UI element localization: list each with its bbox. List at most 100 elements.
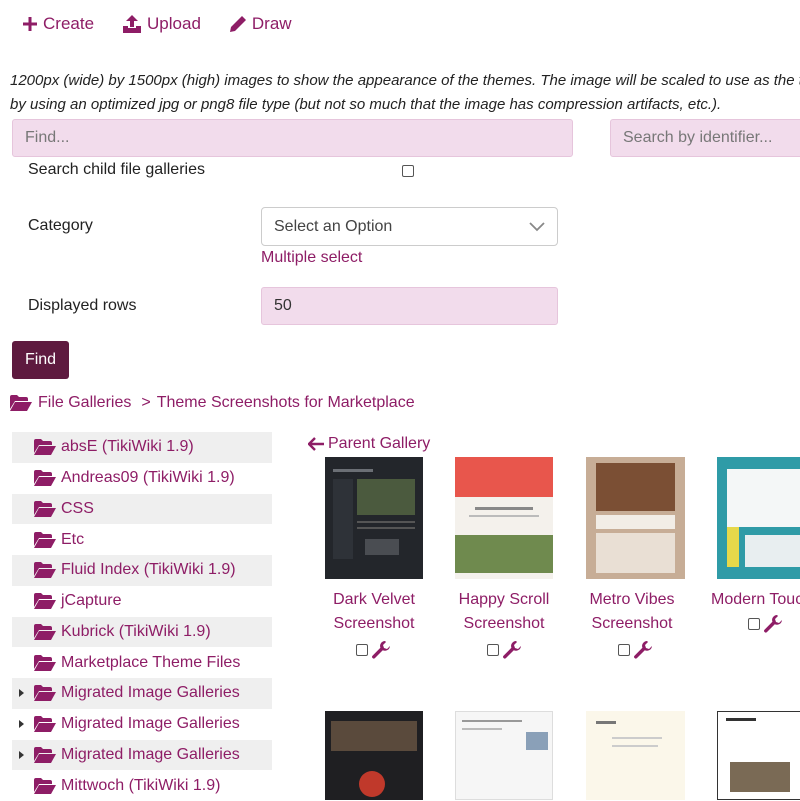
parent-gallery-label: Parent Gallery [328,435,431,452]
tree-item-label: Fluid Index (TikiWiki 1.9) [61,561,236,579]
thumbnail[interactable] [455,711,553,800]
tree-item-label: Marketplace Theme Files [61,653,241,671]
folder-open-icon [34,470,56,487]
tree-item[interactable]: absE (TikiWiki 1.9) [12,432,272,463]
tree-item[interactable]: Marketplace Theme Files [12,647,272,678]
arrow-left-icon [308,437,324,451]
file-select-checkbox[interactable] [487,644,499,656]
breadcrumb-current-link[interactable]: Theme Screenshots for Marketplace [157,394,415,412]
folder-open-icon [34,716,56,733]
breadcrumb-separator: > [141,394,151,411]
file-select-checkbox[interactable] [356,644,368,656]
file-actions [487,640,522,660]
tree-item[interactable]: CSS [12,493,272,525]
thumbnail-happy-scroll[interactable] [455,457,553,579]
tree-item[interactable]: jCapture [12,586,272,617]
tree-item[interactable]: Andreas09 (TikiWiki 1.9) [12,463,272,494]
file-caption[interactable]: Happy Scroll Screenshot [440,588,568,636]
file-actions [618,640,653,660]
pencil-icon [229,16,246,32]
draw-label: Draw [251,14,292,33]
tree-item[interactable]: Migrated Image Galleries [12,709,272,740]
description-line-2: by using an optimized jpg or png8 file t… [10,96,722,113]
tree-item-label: Migrated Image Galleries [61,684,240,702]
expand-caret-icon[interactable] [19,720,24,729]
folder-open-icon [34,562,56,579]
expand-caret-icon[interactable] [19,689,24,698]
file-caption[interactable]: Metro Vibes Screenshot [568,588,696,636]
plus-icon [23,17,37,31]
breadcrumb-root-link[interactable]: File Galleries [38,394,131,412]
child-galleries-label: Search child file galleries [28,161,205,178]
wrench-icon[interactable] [371,640,391,660]
file-select-checkbox[interactable] [748,618,760,630]
folder-open-icon [34,531,56,548]
file-name-line: Metro Vibes [589,591,675,608]
folder-open-icon [34,654,56,671]
tree-item[interactable]: Mittwoch (TikiWiki 1.9) [12,770,272,801]
tree-item[interactable]: Migrated Image Galleries [12,739,272,771]
breadcrumb: File Galleries > Theme Screenshots for M… [10,394,415,412]
thumbnail[interactable] [325,711,423,800]
tree-item[interactable]: Migrated Image Galleries [12,678,272,709]
expand-caret-icon[interactable] [19,750,24,759]
gallery-description: 1200px (wide) by 1500px (high) images to… [10,69,800,117]
file-caption[interactable]: Modern Touc [711,588,800,612]
tree-item-label: Etc [61,530,85,548]
displayed-rows-label: Displayed rows [28,297,137,314]
chevron-down-icon [529,221,545,231]
file-name-line: Screenshot [333,615,415,632]
upload-label: Upload [147,14,201,33]
category-label: Category [28,217,93,234]
folder-open-icon [10,395,32,411]
parent-gallery-link[interactable]: Parent Gallery [308,435,430,453]
tree-item-label: CSS [61,499,94,517]
create-button[interactable]: Create [22,14,94,34]
wrench-icon[interactable] [502,640,522,660]
file-caption[interactable]: Dark Velvet Screenshot [310,588,438,636]
category-select-value: Select an Option [274,217,393,235]
tree-item[interactable]: Kubrick (TikiWiki 1.9) [12,616,272,648]
tree-item-label: absE (TikiWiki 1.9) [61,438,194,456]
gallery-tree: absE (TikiWiki 1.9) Andreas09 (TikiWiki 1… [12,432,272,801]
create-label: Create [43,14,95,33]
folder-open-icon [34,777,56,794]
tree-item-label: Kubrick (TikiWiki 1.9) [61,622,211,640]
tree-item[interactable]: Etc [12,524,272,555]
file-name-line: Screenshot [463,615,545,632]
draw-button[interactable]: Draw [229,14,292,34]
thumbnail-dark-velvet[interactable] [325,457,423,579]
folder-open-icon [34,623,56,640]
tree-item-label: Mittwoch (TikiWiki 1.9) [61,776,221,794]
wrench-icon[interactable] [763,614,783,634]
multiple-select-link[interactable]: Multiple select [261,249,362,267]
tree-item-label: Andreas09 (TikiWiki 1.9) [61,469,235,487]
thumbnail[interactable] [717,711,800,800]
tree-item[interactable]: Fluid Index (TikiWiki 1.9) [12,555,272,586]
folder-open-icon [34,746,56,763]
file-select-checkbox[interactable] [618,644,630,656]
folder-open-icon [34,500,56,517]
find-placeholder: Find... [25,129,70,146]
thumbnail[interactable] [586,711,685,800]
thumbnail-metro-vibes[interactable] [586,457,685,579]
file-name-line: Modern Touc [711,591,800,608]
upload-icon [123,15,142,33]
thumbnail-modern-touch[interactable] [717,457,800,579]
find-button[interactable]: Find [12,341,69,379]
folder-open-icon [34,439,56,456]
find-input[interactable]: Find... [12,119,573,157]
folder-open-icon [34,685,56,702]
toolbar: Create Upload Draw [22,14,292,34]
upload-button[interactable]: Upload [122,14,201,34]
file-actions [748,614,783,634]
child-galleries-checkbox[interactable] [402,165,414,177]
file-actions [356,640,391,660]
category-select[interactable]: Select an Option [261,207,558,246]
tree-item-label: Migrated Image Galleries [61,745,240,763]
wrench-icon[interactable] [633,640,653,660]
description-line-1: 1200px (wide) by 1500px (high) images to… [10,72,800,89]
displayed-rows-input[interactable]: 50 [261,287,558,325]
identifier-placeholder: Search by identifier... [623,129,773,146]
identifier-search-input[interactable]: Search by identifier... [610,119,800,157]
